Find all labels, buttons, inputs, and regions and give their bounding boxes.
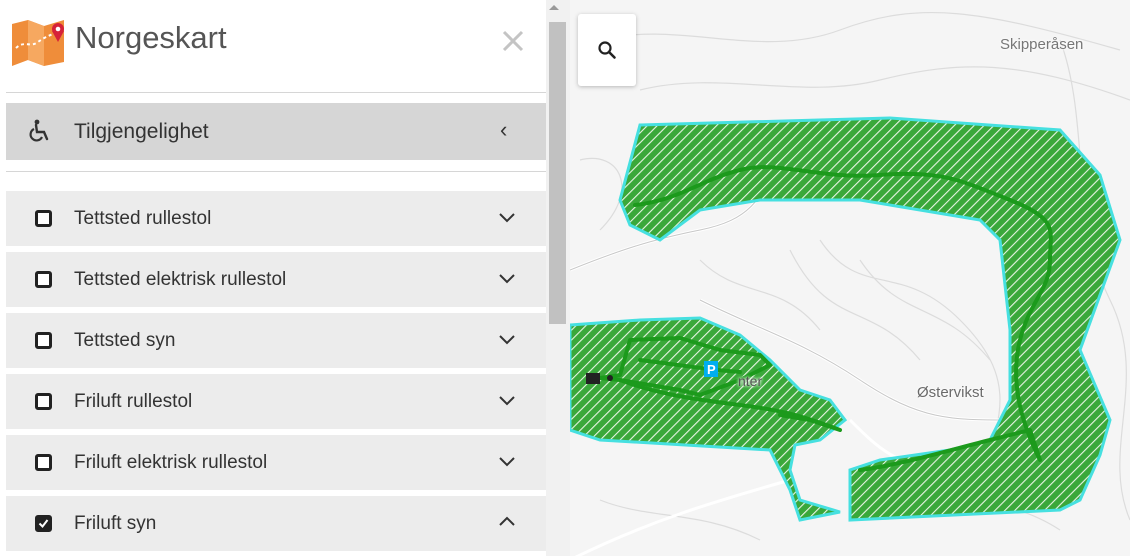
wheelchair-icon (28, 119, 52, 143)
sidebar: Norgeskart Tilgjengelighet ‹ Tettsted ru… (0, 0, 570, 556)
layer-item-friluft-syn[interactable]: Friluft syn (6, 496, 546, 551)
scrollbar-thumb[interactable] (549, 22, 566, 324)
app-title: Norgeskart (75, 20, 227, 55)
layer-label: Tettsted syn (74, 330, 176, 351)
checkbox[interactable] (35, 454, 52, 471)
checkbox[interactable] (35, 332, 52, 349)
chevron-left-icon: ‹ (500, 117, 508, 142)
close-button[interactable] (496, 24, 530, 58)
layer-label: Friluft syn (74, 513, 157, 534)
search-icon (598, 41, 616, 59)
layer-label: Friluft rullestol (74, 391, 193, 412)
checkbox[interactable] (35, 271, 52, 288)
poi-marker (607, 375, 613, 381)
layer-label: Tettsted elektrisk rullestol (74, 269, 287, 290)
place-label-skipperasen: Skipperåsen (1000, 36, 1084, 53)
map-canvas[interactable]: P Skipperåsen Østervikst nter (570, 0, 1130, 556)
header-divider (6, 92, 546, 93)
scroll-up-arrow-icon[interactable] (549, 5, 559, 10)
place-label-ostervikst: Østervikst (917, 384, 984, 401)
checkbox-checked[interactable] (35, 515, 52, 532)
chevron-down-icon[interactable] (497, 390, 517, 410)
layer-item-tettsted-rullestol[interactable]: Tettsted rullestol (6, 191, 546, 246)
checkbox[interactable] (35, 393, 52, 410)
section-label: Tilgjengelighet (74, 120, 209, 143)
layer-item-tettsted-syn[interactable]: Tettsted syn (6, 313, 546, 368)
chevron-up-icon[interactable] (497, 512, 517, 532)
parking-label: P (707, 362, 716, 377)
chevron-down-icon[interactable] (497, 329, 517, 349)
checkmark-icon (38, 519, 49, 529)
sidebar-header: Norgeskart (0, 0, 546, 92)
section-tilgjengelighet[interactable]: Tilgjengelighet ‹ (6, 103, 546, 160)
layer-item-friluft-rullestol[interactable]: Friluft rullestol (6, 374, 546, 429)
search-button[interactable] (578, 14, 636, 86)
norgeskart-logo (12, 18, 66, 68)
layer-item-tettsted-elektrisk-rullestol[interactable]: Tettsted elektrisk rullestol (6, 252, 546, 307)
place-label-innenter: nter (738, 373, 763, 389)
layer-label: Friluft elektrisk rullestol (74, 452, 268, 473)
building-marker (586, 373, 600, 384)
layer-item-friluft-elektrisk-rullestol[interactable]: Friluft elektrisk rullestol (6, 435, 546, 490)
layer-label: Tettsted rullestol (74, 208, 212, 229)
checkbox[interactable] (35, 210, 52, 227)
chevron-down-icon[interactable] (497, 207, 517, 227)
chevron-down-icon[interactable] (497, 268, 517, 288)
map-layer: P (570, 11, 1130, 556)
chevron-down-icon[interactable] (497, 451, 517, 471)
section-divider (6, 171, 546, 172)
close-icon (502, 30, 524, 52)
